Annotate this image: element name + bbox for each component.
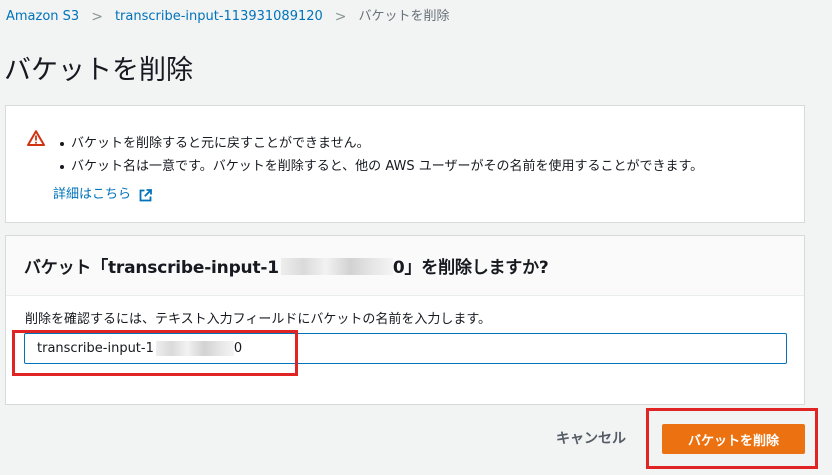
breadcrumb-link-bucket[interactable]: transcribe-input-113931089120 (115, 8, 323, 26)
learn-more-link[interactable]: 詳細はこちら (53, 186, 152, 204)
learn-more-label: 詳細はこちら (53, 187, 132, 202)
breadcrumb-link-s3[interactable]: Amazon S3 (6, 8, 79, 26)
confirm-delete-panel: バケット「transcribe-input-1 0」を削除しますか? 削除を確認す… (5, 235, 805, 405)
breadcrumb: Amazon S3 > transcribe-input-11393108912… (6, 8, 450, 26)
confirm-header: バケット「transcribe-input-1 0」を削除しますか? (6, 236, 804, 296)
confirm-title-suffix: 0」を削除しますか? (392, 258, 549, 278)
breadcrumb-separator: > (91, 9, 103, 25)
highlight-box-input (12, 330, 298, 376)
warning-item: バケット名は一意です。バケットを削除すると、他の AWS ユーザーがその名前を使… (60, 155, 703, 178)
confirm-title: バケット「transcribe-input-1 0」を削除しますか? (24, 253, 549, 278)
redacted-region (280, 258, 393, 275)
warning-list: バケットを削除すると元に戻すことができません。 バケット名は一意です。バケットを… (60, 132, 703, 178)
breadcrumb-current: バケットを削除 (358, 9, 450, 24)
external-link-icon (139, 188, 152, 201)
highlight-box-button (646, 408, 818, 469)
warning-item: バケットを削除すると元に戻すことができません。 (60, 132, 703, 155)
confirm-help-text: 削除を確認するには、テキスト入力フィールドにバケットの名前を入力します。 (25, 312, 492, 327)
confirm-title-prefix: バケット「transcribe-input-1 (24, 258, 279, 278)
page-title: バケットを削除 (4, 55, 193, 86)
cancel-button[interactable]: キャンセル (556, 428, 626, 448)
warning-triangle-icon (27, 130, 45, 146)
breadcrumb-separator: > (334, 9, 347, 25)
warning-alert: バケットを削除すると元に戻すことができません。 バケット名は一意です。バケットを… (5, 105, 805, 223)
